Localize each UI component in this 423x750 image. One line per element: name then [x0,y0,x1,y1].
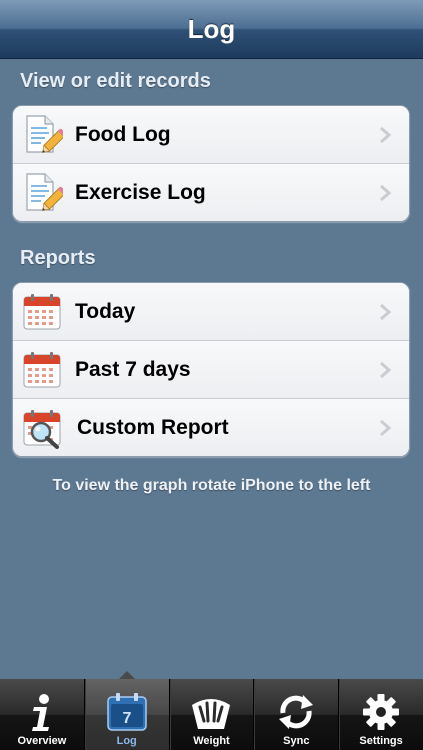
records-group: Food Log Exercise Log [12,105,410,222]
today-label: Today [75,299,136,323]
section-header-reports: Reports [20,247,96,269]
rotate-hint: To view the graph rotate iPhone to the l… [52,477,371,494]
exercise-log-label: Exercise Log [75,180,206,204]
calendar-day-number: 7 [122,710,131,727]
tab-sync-label: Sync [283,735,310,747]
tab-settings[interactable]: Settings [338,679,423,750]
tab-settings-label: Settings [359,735,403,747]
sync-arrows-icon [279,695,314,729]
exercise-log-row[interactable]: Exercise Log [13,164,409,221]
document-pencil-icon [26,173,63,211]
scale-icon [192,699,231,729]
tab-sync[interactable]: Sync [253,679,338,750]
tab-log-label: Log [116,735,137,747]
calendar-magnifier-icon [23,410,61,449]
food-log-row[interactable]: Food Log [13,106,409,164]
tab-overview[interactable]: Overview [0,679,84,750]
chevron-right-icon [380,419,392,437]
custom-report-label: Custom Report [77,415,229,439]
custom-report-row[interactable]: Custom Report [13,399,409,456]
chevron-right-icon [380,184,392,202]
info-icon [31,694,49,731]
calendar-7-icon: 7 [106,693,147,731]
nav-bar: Log [0,0,423,59]
section-header-records: View or edit records [20,70,211,92]
calendar-icon [23,294,61,330]
tab-log[interactable]: 7 Log [83,671,169,750]
active-tab-indicator [118,671,135,679]
tab-weight-label: Weight [193,735,230,747]
food-log-label: Food Log [75,122,171,146]
tab-bar: Overview 7 Log Weight Sync Settings [0,671,423,750]
tab-overview-label: Overview [17,735,67,747]
chevron-right-icon [380,361,392,379]
gear-icon [363,694,400,730]
today-row[interactable]: Today [13,283,409,341]
page-title: Log [187,13,236,44]
document-pencil-icon [26,115,63,153]
chevron-right-icon [380,303,392,321]
reports-group: Today Past 7 days Custom Report [12,282,410,457]
calendar-icon [23,352,61,388]
tab-weight[interactable]: Weight [168,679,254,750]
past-7-days-label: Past 7 days [75,357,191,381]
chevron-right-icon [380,126,392,144]
past-7-days-row[interactable]: Past 7 days [13,341,409,399]
